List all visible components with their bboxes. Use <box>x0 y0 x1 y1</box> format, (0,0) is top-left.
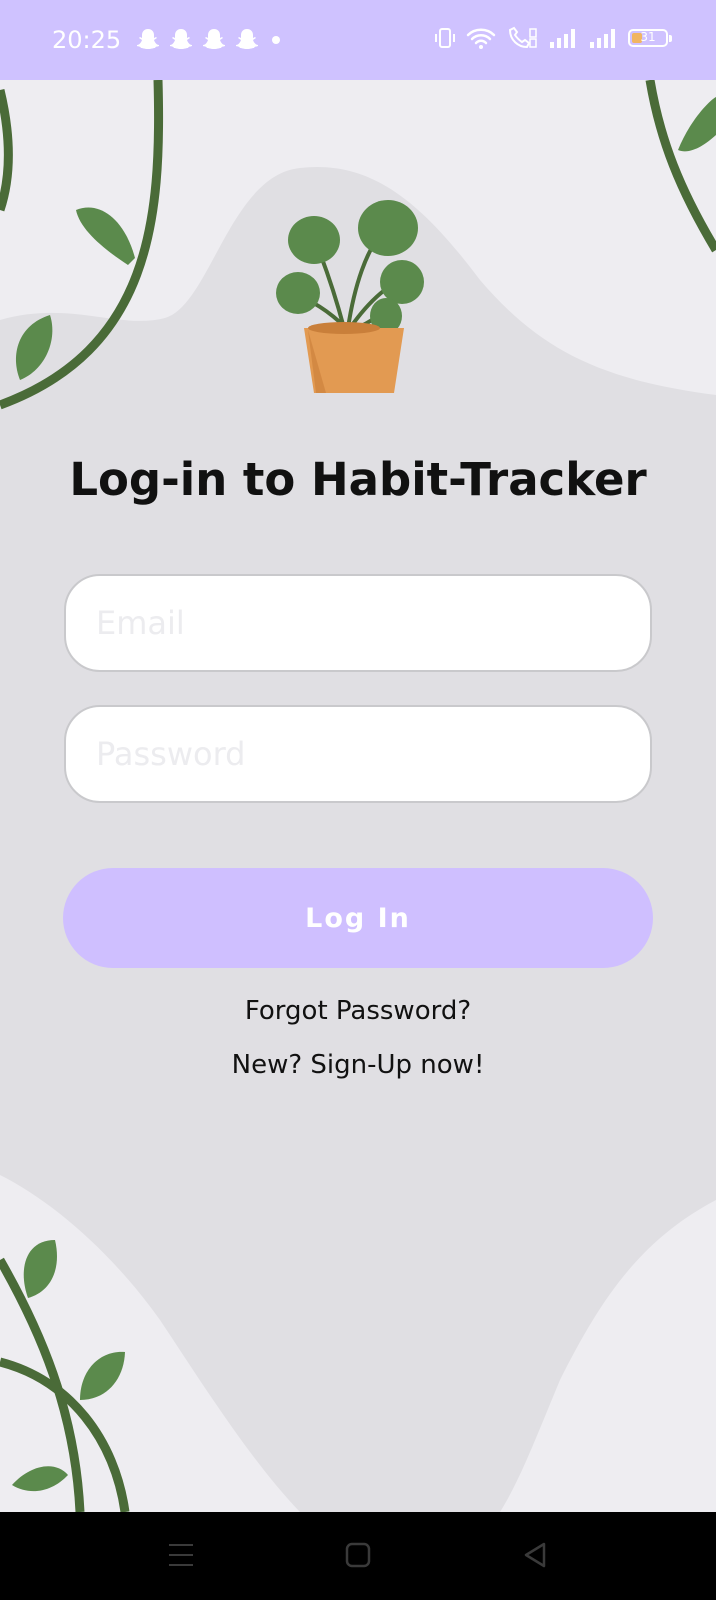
signal-icon <box>590 29 615 48</box>
login-button[interactable]: Log In <box>63 868 653 968</box>
email-field[interactable] <box>64 574 652 672</box>
snapchat-icon <box>236 29 258 49</box>
home-icon[interactable] <box>345 1542 371 1568</box>
snapchat-icon <box>137 29 159 49</box>
system-navigation-bar <box>0 1512 716 1600</box>
notification-icons <box>136 28 284 50</box>
login-screen: Log-in to Habit-Tracker Log In Forgot Pa… <box>0 80 716 1512</box>
signup-link[interactable]: New? Sign-Up now! <box>0 1050 716 1080</box>
snapchat-icon <box>203 29 225 49</box>
forgot-password-link[interactable]: Forgot Password? <box>0 996 716 1026</box>
signal-icon <box>550 29 575 48</box>
password-field[interactable] <box>64 705 652 803</box>
page-title: Log-in to Habit-Tracker <box>69 453 647 506</box>
menu-icon[interactable] <box>168 1542 194 1568</box>
battery-icon: 31 <box>628 29 672 47</box>
status-bar: 20:25 31 <box>0 0 716 80</box>
dot-icon <box>272 36 280 44</box>
wifi-icon <box>466 28 496 49</box>
plant-illustration <box>276 200 424 393</box>
battery-level: 31 <box>640 30 656 44</box>
back-icon[interactable] <box>522 1542 548 1568</box>
volte-call-icon <box>508 26 537 49</box>
status-time: 20:25 <box>52 26 122 54</box>
vibrate-icon <box>435 28 455 48</box>
system-status-icons: 31 <box>434 26 672 50</box>
snapchat-icon <box>170 29 192 49</box>
